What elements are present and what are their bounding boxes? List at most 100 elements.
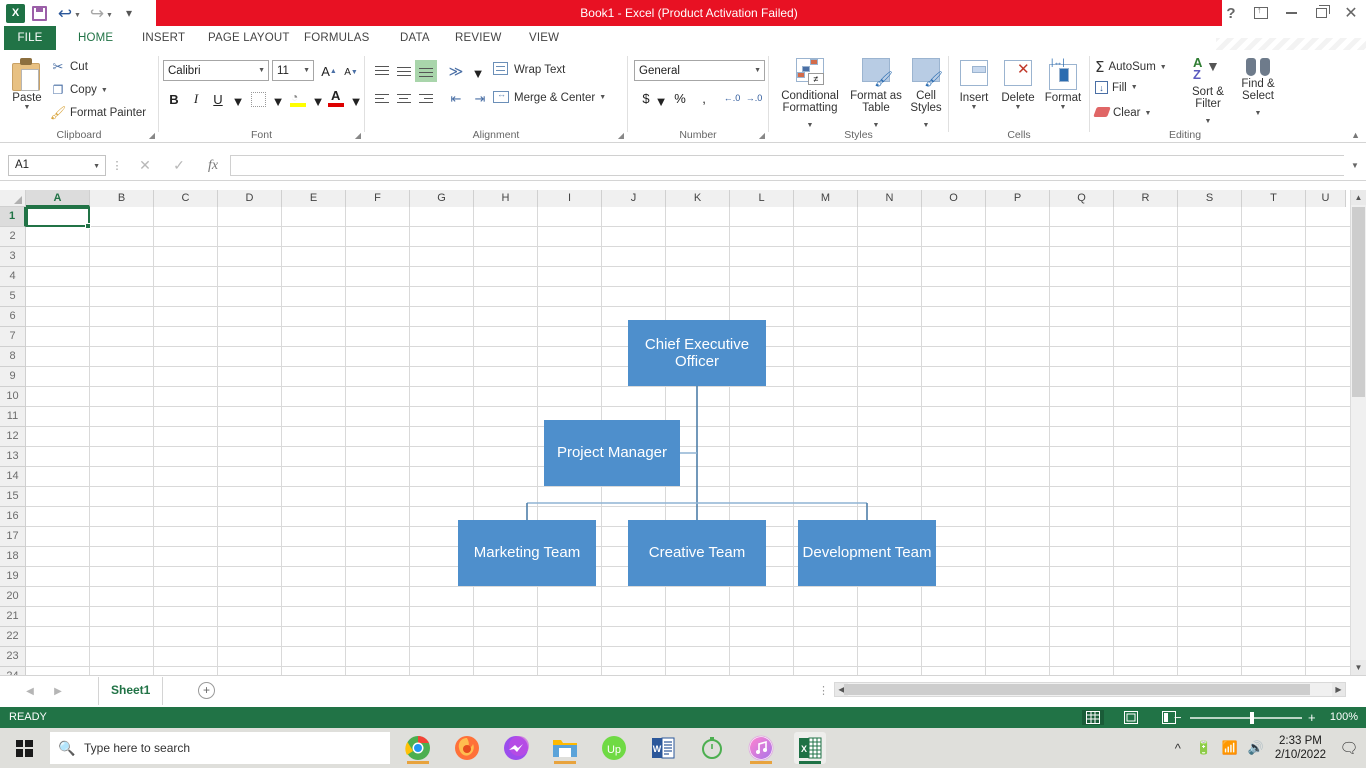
row-header-2[interactable]: 2	[0, 227, 26, 247]
tab-home[interactable]: HOME	[66, 26, 125, 50]
format-as-table-button[interactable]: 🖌 Format as Table ▼	[849, 56, 903, 132]
row-header-13[interactable]: 13	[0, 447, 26, 467]
redo-dropdown-icon[interactable]: ▼	[106, 12, 116, 19]
increase-indent-icon[interactable]: ⇥	[469, 88, 491, 110]
clear-dropdown-icon[interactable]: ▼	[1144, 110, 1151, 117]
orientation-icon[interactable]: ≫	[445, 60, 467, 82]
orientation-dropdown-icon[interactable]: ▼	[467, 62, 489, 84]
decrease-indent-icon[interactable]: ⇤	[445, 88, 467, 110]
column-header-D[interactable]: D	[218, 190, 282, 207]
notification-icon[interactable]: 🗨	[1332, 739, 1366, 757]
enter-formula-icon[interactable]: ✓	[162, 157, 196, 174]
borders-dropdown-icon[interactable]: ▼	[267, 90, 289, 112]
wrap-text-button[interactable]: Wrap Text	[493, 62, 565, 77]
show-hidden-icons[interactable]: ^	[1165, 741, 1191, 756]
cut-button[interactable]: ✂ Cut	[50, 59, 88, 75]
restore-icon[interactable]	[1306, 0, 1336, 26]
delete-dropdown-icon[interactable]: ▼	[997, 104, 1039, 111]
taskbar-app-firefox[interactable]	[451, 732, 483, 764]
underline-button[interactable]: U	[207, 88, 229, 110]
align-top-icon[interactable]	[371, 60, 393, 82]
scroll-down-icon[interactable]: ▼	[1351, 660, 1366, 675]
merge-center-button[interactable]: Merge & Center ▼	[493, 89, 606, 105]
fill-button[interactable]: ↓ Fill ▼	[1095, 81, 1138, 94]
row-header-8[interactable]: 8	[0, 347, 26, 367]
font-dialog-launcher-icon[interactable]: ◢	[355, 131, 361, 140]
conditional-formatting-dropdown-icon[interactable]: ▼	[807, 122, 814, 129]
alignment-dialog-launcher-icon[interactable]: ◢	[618, 131, 624, 140]
align-center-icon[interactable]	[393, 88, 415, 110]
row-header-23[interactable]: 23	[0, 647, 26, 667]
fill-color-icon[interactable]: ◔	[287, 88, 309, 110]
comma-style-icon[interactable]: ,	[696, 88, 712, 108]
sort-filter-dropdown-icon[interactable]: ▼	[1205, 118, 1212, 125]
battery-icon[interactable]: 🔋	[1191, 740, 1217, 756]
increase-font-size-icon[interactable]: A ▲	[318, 60, 340, 82]
column-header-M[interactable]: M	[794, 190, 858, 207]
clipboard-dialog-launcher-icon[interactable]: ◢	[149, 131, 155, 140]
decrease-font-size-icon[interactable]: A ▼	[340, 61, 362, 83]
column-header-G[interactable]: G	[410, 190, 474, 207]
format-cells-button[interactable]: |↔| Format ▼	[1041, 57, 1085, 111]
zoom-out-button[interactable]: −	[1174, 707, 1182, 728]
italic-button[interactable]: I	[185, 88, 207, 110]
spreadsheet-grid[interactable]: ABCDEFGHIJKLMNOPQRSTU 1 2 3 4 5 6 7 8 9 10 11 12 13 1…	[0, 190, 1366, 675]
row-header-19[interactable]: 19	[0, 567, 26, 587]
column-header-Q[interactable]: Q	[1050, 190, 1114, 207]
align-middle-icon[interactable]	[393, 60, 415, 82]
taskbar-app-word[interactable]: W	[647, 732, 679, 764]
row-header-3[interactable]: 3	[0, 247, 26, 267]
row-header-1[interactable]: 1	[0, 207, 26, 227]
taskbar-app-messenger[interactable]	[500, 732, 532, 764]
conditional-formatting-button[interactable]: ≠ Conditional Formatting ▼	[774, 56, 846, 132]
formula-input[interactable]	[230, 155, 1344, 176]
align-left-icon[interactable]	[371, 88, 393, 110]
column-header-U[interactable]: U	[1306, 190, 1346, 207]
find-select-button[interactable]: Find & Select ▼	[1234, 56, 1282, 120]
customize-qat-icon[interactable]: ▾	[116, 0, 142, 26]
vertical-scrollbar[interactable]: ▲ ▼	[1350, 190, 1366, 675]
collapse-ribbon-icon[interactable]: ▲	[1351, 130, 1360, 140]
page-layout-view-icon[interactable]	[1120, 710, 1142, 725]
number-dialog-launcher-icon[interactable]: ◢	[759, 131, 765, 140]
tab-page-layout[interactable]: PAGE LAYOUT	[196, 26, 302, 50]
row-header-22[interactable]: 22	[0, 627, 26, 647]
taskbar-app-chrome[interactable]	[402, 732, 434, 764]
column-header-O[interactable]: O	[922, 190, 986, 207]
format-painter-button[interactable]: 🖌 Format Painter	[50, 105, 146, 121]
tab-formulas[interactable]: FORMULAS	[292, 26, 382, 50]
bold-button[interactable]: B	[163, 88, 185, 110]
horizontal-scroll-thumb[interactable]	[844, 684, 1310, 695]
tab-data[interactable]: DATA	[388, 26, 442, 50]
vertical-scroll-thumb[interactable]	[1352, 207, 1365, 397]
row-header-15[interactable]: 15	[0, 487, 26, 507]
font-family-input[interactable]: Calibri	[163, 60, 269, 81]
find-select-dropdown-icon[interactable]: ▼	[1255, 110, 1262, 117]
tab-file[interactable]: FILE	[4, 26, 56, 50]
row-header-18[interactable]: 18	[0, 547, 26, 567]
row-header-20[interactable]: 20	[0, 587, 26, 607]
column-header-T[interactable]: T	[1242, 190, 1306, 207]
column-header-K[interactable]: K	[666, 190, 730, 207]
row-header-10[interactable]: 10	[0, 387, 26, 407]
expand-formula-bar-icon[interactable]: ▼	[1344, 161, 1366, 170]
horizontal-scrollbar[interactable]: ◀ ▶	[834, 682, 1346, 697]
column-header-E[interactable]: E	[282, 190, 346, 207]
align-bottom-icon[interactable]	[415, 60, 437, 82]
scroll-up-icon[interactable]: ▲	[1351, 190, 1366, 205]
taskbar-app-upwork[interactable]: Up	[598, 732, 630, 764]
fill-dropdown-icon[interactable]: ▼	[1131, 84, 1138, 91]
currency-icon[interactable]: $	[638, 88, 654, 108]
paste-button[interactable]: Paste ▼	[6, 58, 48, 111]
ribbon-display-options-icon[interactable]	[1246, 0, 1276, 26]
close-icon[interactable]: ✕	[1336, 0, 1366, 26]
row-header-24[interactable]: 24	[0, 667, 26, 675]
autosum-dropdown-icon[interactable]: ▼	[1160, 64, 1167, 71]
clock[interactable]: 2:33 PM 2/10/2022	[1269, 734, 1332, 762]
paste-dropdown-icon[interactable]: ▼	[6, 104, 48, 111]
column-header-S[interactable]: S	[1178, 190, 1242, 207]
volume-icon[interactable]: 🔊	[1243, 740, 1269, 756]
cell-area[interactable]	[26, 207, 1366, 675]
font-color-icon[interactable]: A	[325, 88, 347, 110]
zoom-level[interactable]: 100%	[1330, 707, 1358, 728]
